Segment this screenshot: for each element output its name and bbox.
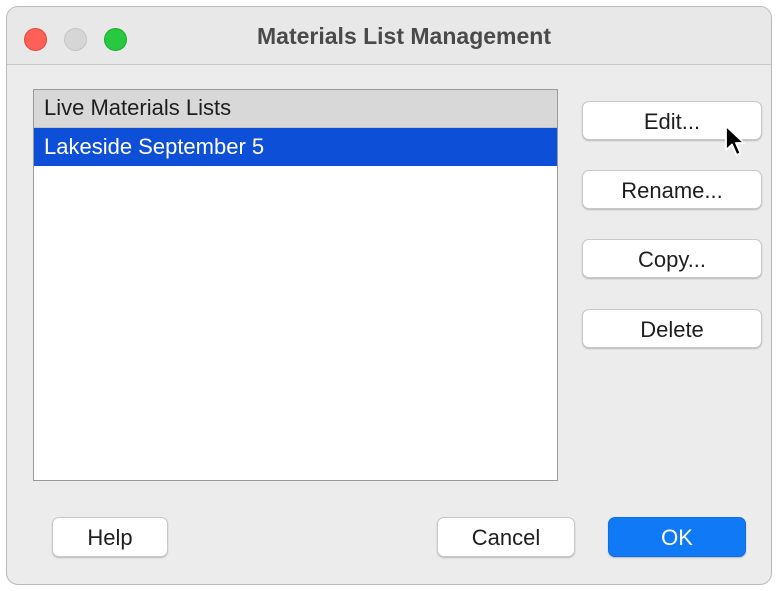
materials-list-dialog: Materials List Management Live Materials… <box>6 6 772 585</box>
rename-button[interactable]: Rename... <box>582 170 762 209</box>
cancel-button[interactable]: Cancel <box>437 517 575 557</box>
materials-list-box[interactable]: Live Materials Lists Lakeside September … <box>33 89 558 481</box>
help-button[interactable]: Help <box>52 517 168 557</box>
list-item-selected[interactable]: Lakeside September 5 <box>34 128 557 166</box>
ok-button[interactable]: OK <box>608 517 746 557</box>
list-header: Live Materials Lists <box>34 90 557 128</box>
mouse-pointer-icon <box>725 125 745 156</box>
copy-button[interactable]: Copy... <box>582 239 762 278</box>
title-bar: Materials List Management <box>7 7 771 65</box>
delete-button[interactable]: Delete <box>582 309 762 348</box>
window-title: Materials List Management <box>257 23 551 49</box>
